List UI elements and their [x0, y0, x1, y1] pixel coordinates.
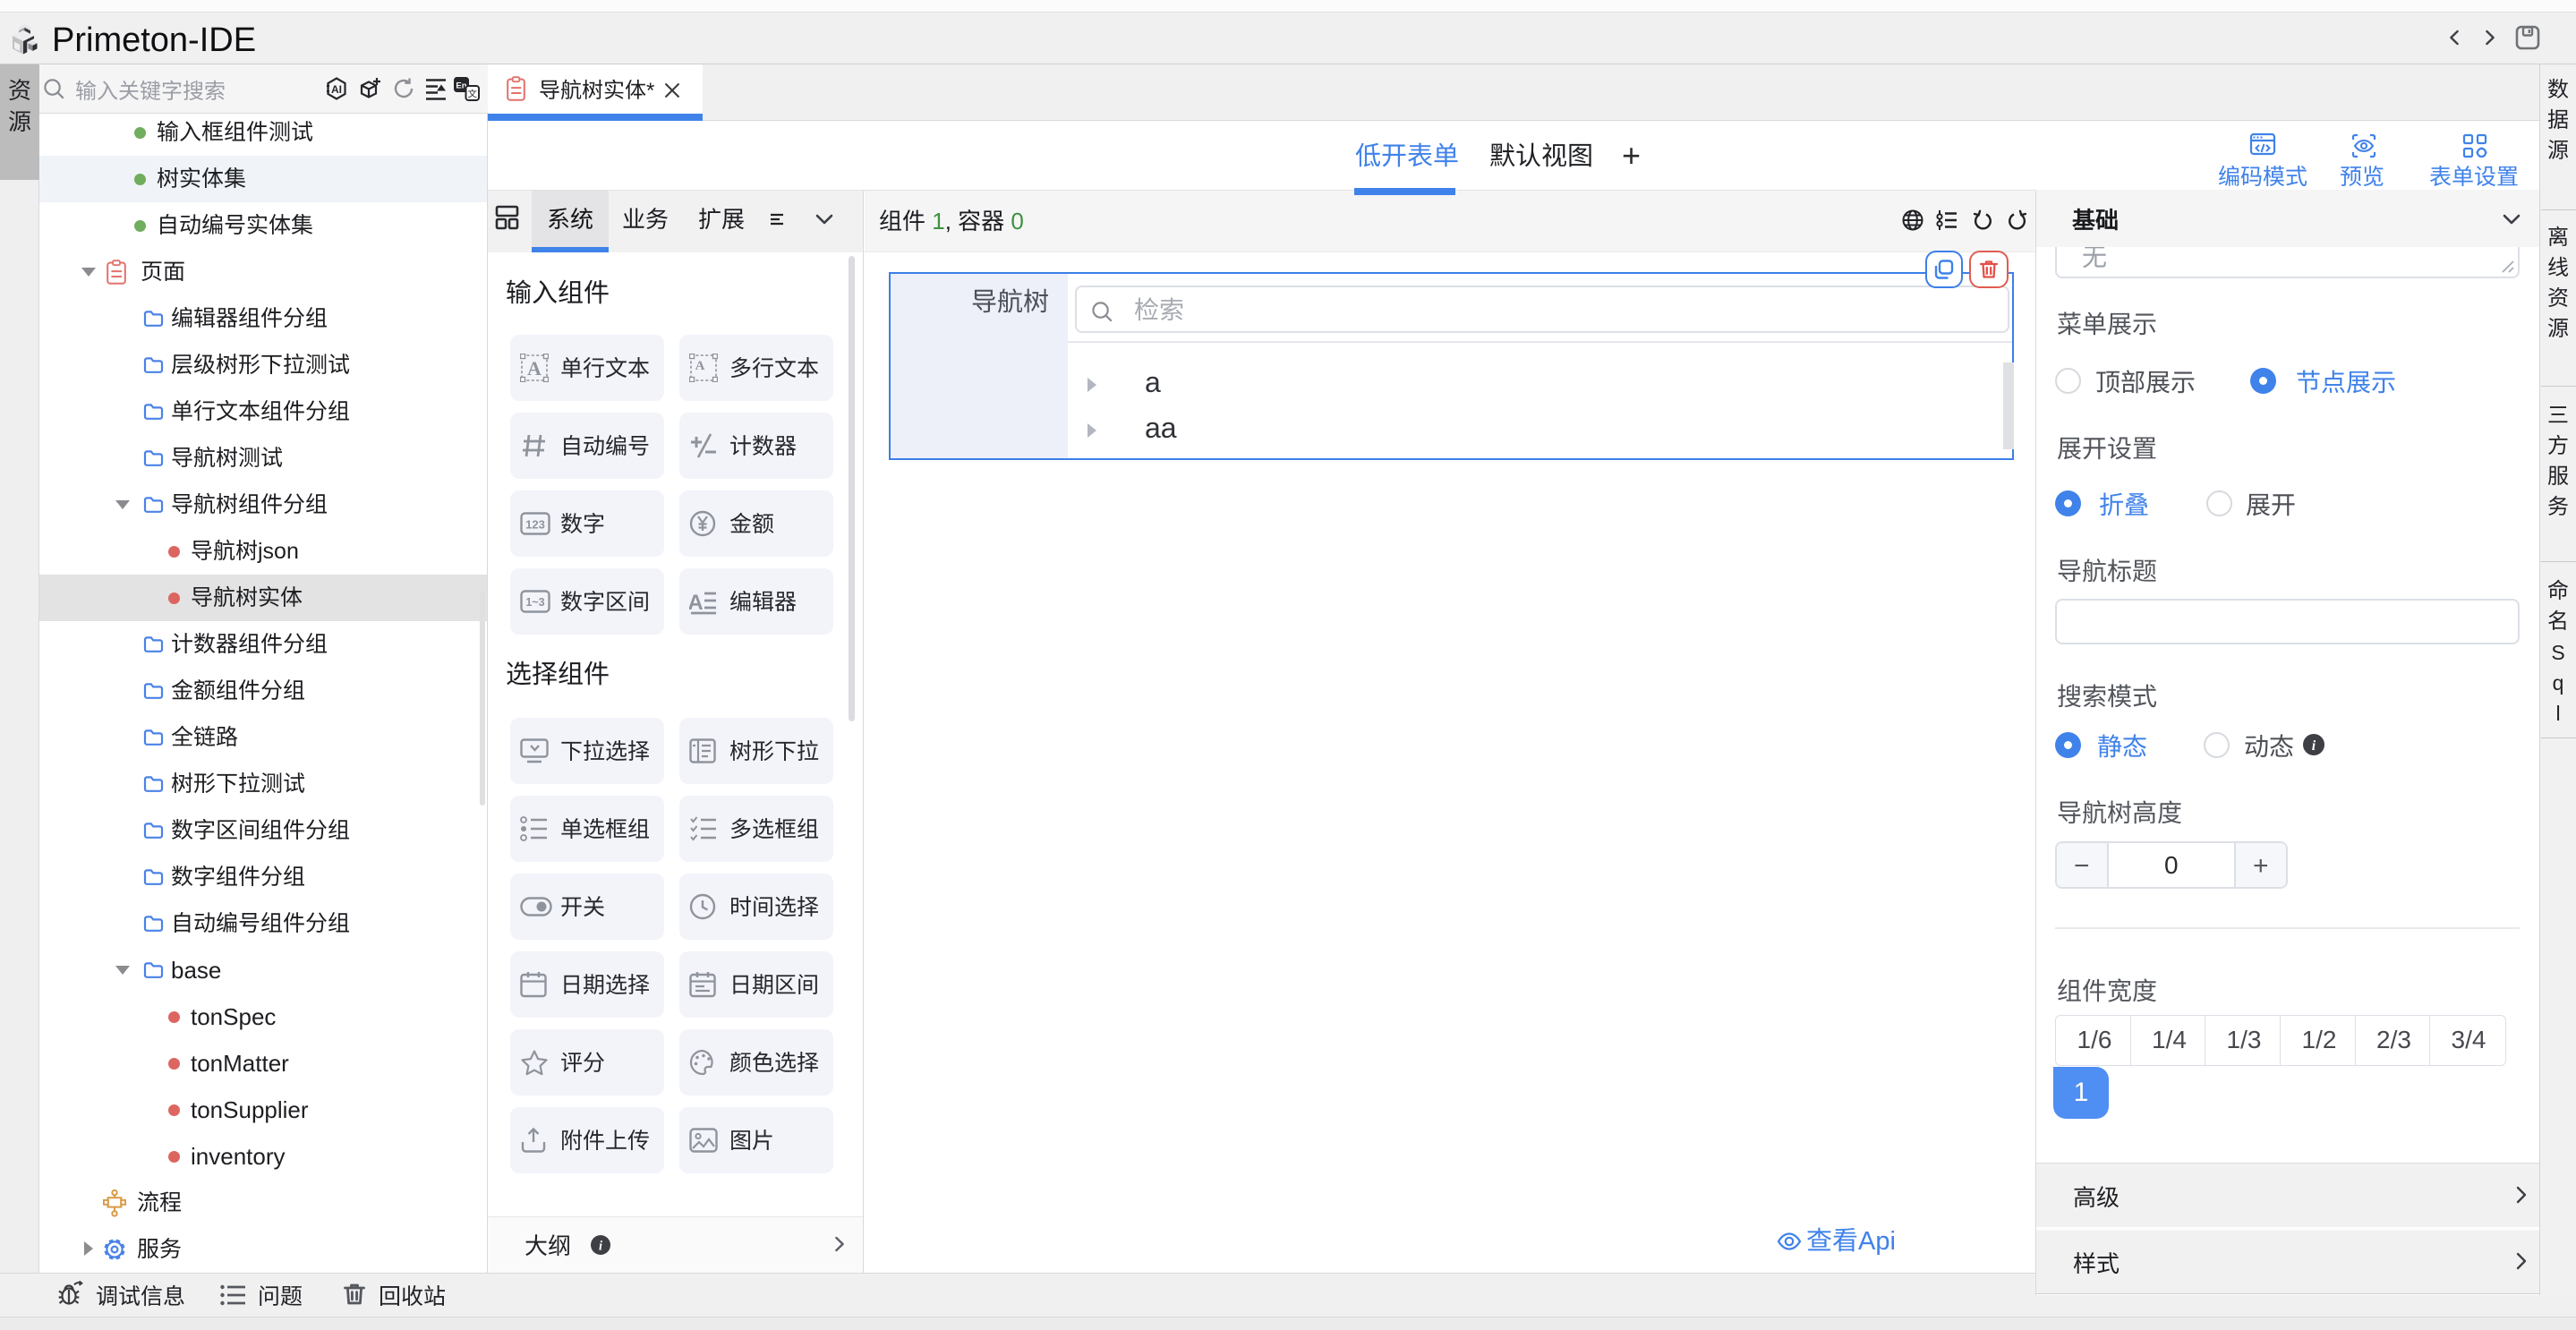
svg-text:123: 123 — [525, 518, 545, 532]
svg-text:i: i — [599, 1239, 602, 1253]
svg-text:i: i — [2312, 738, 2316, 754]
svg-text:AI: AI — [331, 83, 342, 96]
svg-text:A: A — [527, 357, 542, 379]
svg-text:A: A — [689, 591, 704, 615]
svg-text:文: 文 — [467, 88, 477, 101]
svg-text:A: A — [695, 359, 705, 373]
svg-text:1~3: 1~3 — [525, 596, 544, 609]
